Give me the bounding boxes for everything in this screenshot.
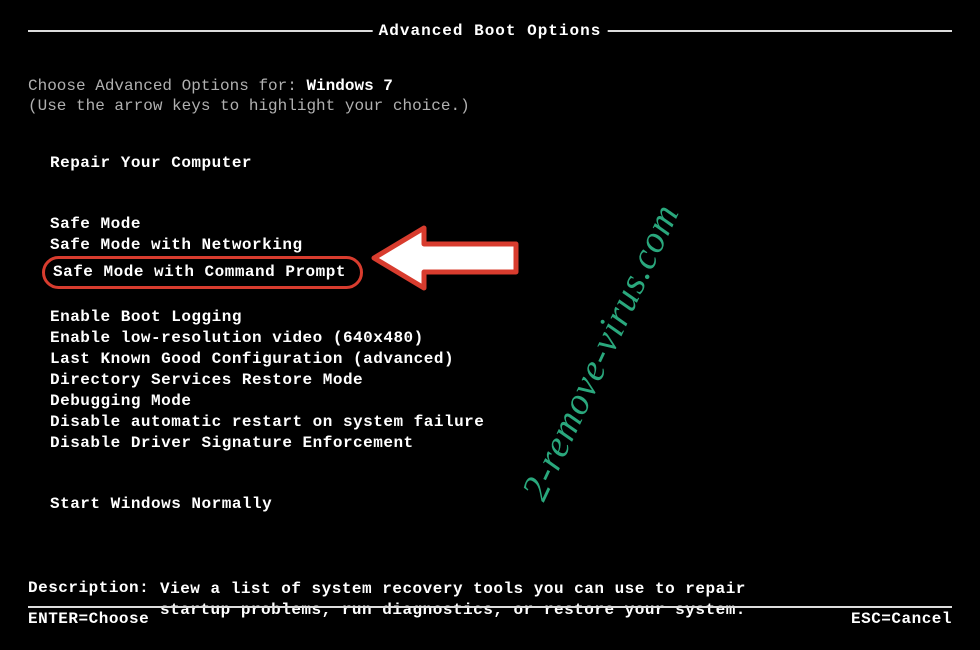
menu-gap — [50, 289, 952, 307]
menu-item-safe-mode-networking[interactable]: Safe Mode with Networking — [50, 235, 952, 256]
menu-gap — [50, 454, 952, 494]
menu-item-start-normally[interactable]: Start Windows Normally — [50, 494, 952, 515]
boot-menu[interactable]: Repair Your Computer Safe Mode Safe Mode… — [50, 153, 952, 515]
menu-item-safe-mode-cmd[interactable]: Safe Mode with Command Prompt — [50, 256, 952, 289]
menu-item-low-res[interactable]: Enable low-resolution video (640x480) — [50, 328, 952, 349]
description-line1: View a list of system recovery tools you… — [160, 579, 746, 600]
menu-item-last-known-good[interactable]: Last Known Good Configuration (advanced) — [50, 349, 952, 370]
footer-enter: ENTER=Choose — [28, 610, 149, 628]
menu-item-boot-logging[interactable]: Enable Boot Logging — [50, 307, 952, 328]
menu-item-debugging[interactable]: Debugging Mode — [50, 391, 952, 412]
title-divider: Advanced Boot Options — [28, 30, 952, 32]
menu-item-ds-restore[interactable]: Directory Services Restore Mode — [50, 370, 952, 391]
footer-bar: ENTER=Choose ESC=Cancel — [28, 606, 952, 628]
arrow-hint: (Use the arrow keys to highlight your ch… — [28, 97, 952, 115]
boot-options-screen: Advanced Boot Options Choose Advanced Op… — [0, 0, 980, 650]
menu-item-disable-driver-sig[interactable]: Disable Driver Signature Enforcement — [50, 433, 952, 454]
footer-divider: ENTER=Choose ESC=Cancel — [28, 606, 952, 628]
menu-item-disable-auto-restart[interactable]: Disable automatic restart on system fail… — [50, 412, 952, 433]
page-title: Advanced Boot Options — [373, 22, 608, 40]
os-name: Windows 7 — [306, 77, 392, 95]
choose-os-line: Choose Advanced Options for: Windows 7 — [28, 77, 952, 95]
menu-gap — [50, 174, 952, 214]
menu-item-repair[interactable]: Repair Your Computer — [50, 153, 952, 174]
menu-item-safe-mode[interactable]: Safe Mode — [50, 214, 952, 235]
choose-prefix: Choose Advanced Options for: — [28, 77, 306, 95]
highlight-ring: Safe Mode with Command Prompt — [42, 256, 363, 289]
footer-esc: ESC=Cancel — [851, 610, 952, 628]
